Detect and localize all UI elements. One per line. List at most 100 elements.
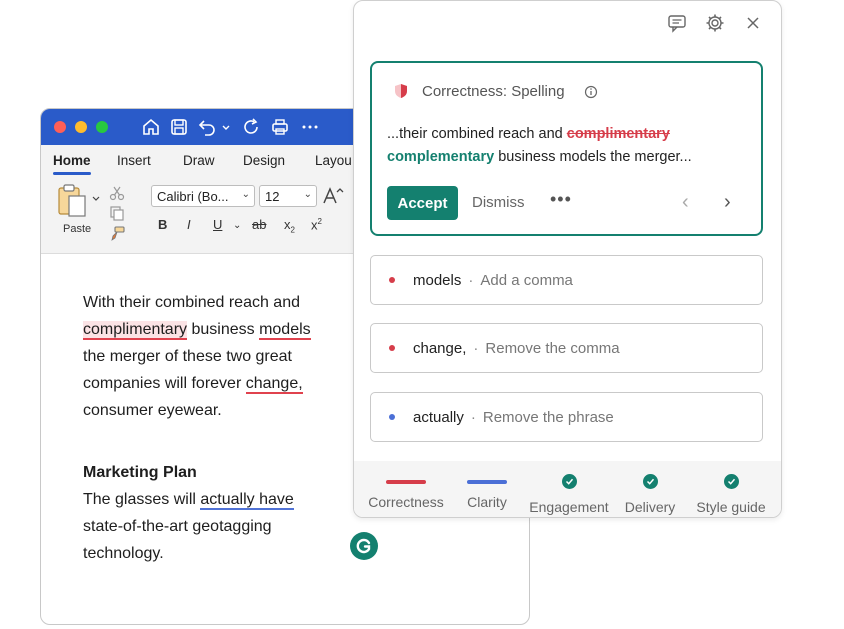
check-icon — [561, 474, 577, 489]
info-icon[interactable] — [584, 85, 598, 99]
category-label: Clarity — [467, 494, 507, 510]
home-icon[interactable] — [141, 117, 161, 137]
more-options-button[interactable]: ••• — [550, 189, 572, 210]
suggestion-item-change[interactable]: change, · Remove the comma — [370, 323, 763, 373]
suggestion-item-actually[interactable]: actually · Remove the phrase — [370, 392, 763, 442]
category-label: Engagement — [529, 499, 609, 515]
redo-icon[interactable] — [241, 117, 261, 137]
tab-design[interactable]: Design — [243, 153, 285, 168]
suggestion-word: change, — [413, 339, 467, 357]
paste-icon[interactable] — [57, 183, 89, 219]
doc-line: state-of-the-art geotagging — [83, 513, 294, 540]
undo-dropdown-chevron-icon[interactable] — [221, 117, 231, 137]
flagged-phrase-actually[interactable]: actually have — [200, 491, 294, 510]
preview-after: business models the merger... — [494, 149, 692, 165]
tab-insert[interactable]: Insert — [117, 153, 151, 168]
bold-button[interactable]: B — [158, 217, 167, 232]
close-icon[interactable] — [743, 13, 763, 33]
more-icon[interactable] — [300, 117, 320, 137]
flagged-word-models[interactable]: models — [259, 321, 311, 340]
correctness-dot-icon — [389, 345, 395, 351]
strikethrough-button[interactable]: ab — [252, 217, 266, 232]
italic-button[interactable]: I — [187, 217, 191, 232]
doc-text-line: With their combined reach and — [83, 294, 300, 311]
clarity-dot-icon — [389, 414, 395, 420]
doc-text-line: consumer eyewear. — [83, 402, 222, 419]
gear-icon[interactable] — [705, 13, 725, 33]
close-window-button[interactable] — [54, 121, 66, 133]
category-correctness[interactable]: Correctness — [362, 461, 450, 510]
font-name-value: Calibri (Bo... — [157, 188, 229, 204]
previous-suggestion-chevron-left-icon[interactable]: ‹ — [682, 191, 689, 214]
category-engagement[interactable]: Engagement — [526, 461, 612, 515]
flagged-word-change[interactable]: change, — [245, 375, 303, 394]
subscript-button[interactable]: x2 — [284, 217, 295, 235]
correctness-dot-icon — [389, 277, 395, 283]
format-painter-icon[interactable] — [109, 225, 125, 241]
next-suggestion-chevron-right-icon[interactable]: › — [724, 191, 731, 214]
category-label: Correctness — [368, 494, 444, 510]
separator: · — [470, 408, 476, 426]
doc-line: complimentary business models — [83, 316, 311, 343]
paste-label[interactable]: Paste — [63, 223, 91, 235]
suggestion-item-models[interactable]: models · Add a comma — [370, 255, 763, 305]
doc-text-line: the merger of these two great — [83, 348, 292, 365]
category-label: Style guide — [696, 499, 766, 515]
suggestion-hint: Remove the comma — [485, 339, 620, 357]
superscript-button[interactable]: x2 — [311, 217, 322, 232]
accept-button[interactable]: Accept — [387, 186, 458, 220]
underline-dropdown-chevron-icon[interactable]: ⌄ — [233, 220, 241, 231]
category-label: Delivery — [624, 499, 676, 515]
minimize-window-button[interactable] — [75, 121, 87, 133]
category-style-guide[interactable]: Style guide — [688, 461, 774, 515]
doc-text-span: business — [187, 321, 260, 338]
print-icon[interactable] — [270, 117, 290, 137]
grammarly-logo-icon[interactable] — [350, 532, 378, 560]
undo-icon[interactable] — [197, 117, 217, 137]
flagged-word-complimentary[interactable]: complimentary — [83, 321, 188, 340]
correctness-progress-bar — [386, 480, 426, 484]
maximize-window-button[interactable] — [96, 121, 108, 133]
font-name-select[interactable]: Calibri (Bo... ⌄ — [151, 185, 255, 207]
save-icon[interactable] — [169, 117, 189, 137]
doc-line: the merger of these two great — [83, 343, 311, 370]
chevron-down-icon: ⌄ — [241, 189, 250, 200]
category-footer: Correctness Clarity Engagement Delivery … — [354, 461, 781, 517]
separator: · — [468, 271, 474, 289]
check-icon — [723, 474, 739, 489]
feedback-icon[interactable] — [667, 13, 687, 33]
panel-header-icons — [667, 13, 763, 33]
dismiss-button[interactable]: Dismiss — [472, 194, 525, 211]
category-delivery[interactable]: Delivery — [618, 461, 682, 515]
preview-removed-word: complimentary — [566, 126, 670, 142]
grow-font-icon[interactable] — [322, 186, 344, 206]
document-paragraph-1[interactable]: With their combined reach and compliment… — [83, 289, 311, 424]
copy-icon[interactable] — [109, 205, 125, 221]
font-size-value: 12 — [265, 188, 280, 204]
doc-text-line: technology. — [83, 545, 164, 562]
correctness-shield-icon — [395, 84, 407, 98]
active-suggestion-card[interactable]: Correctness: Spelling ...their combined … — [370, 61, 763, 236]
tab-home[interactable]: Home — [53, 153, 91, 168]
tab-layout[interactable]: Layou — [315, 153, 352, 168]
doc-heading: Marketing Plan — [83, 464, 197, 481]
doc-line: technology. — [83, 540, 294, 567]
doc-text-line: state-of-the-art geotagging — [83, 518, 272, 535]
separator: · — [473, 339, 479, 357]
doc-line: The glasses will actually have — [83, 486, 294, 513]
document-section-2[interactable]: Marketing Plan The glasses will actually… — [83, 459, 294, 567]
doc-text-span: companies will forever — [83, 375, 246, 392]
active-tab-indicator — [53, 172, 91, 175]
tab-draw[interactable]: Draw — [183, 153, 215, 168]
suggestion-word: actually — [413, 408, 464, 426]
doc-line: consumer eyewear. — [83, 397, 311, 424]
preview-replacement-word: complementary — [387, 149, 495, 165]
font-size-select[interactable]: 12 ⌄ — [259, 185, 317, 207]
underline-button[interactable]: U — [213, 217, 222, 232]
category-clarity[interactable]: Clarity — [454, 461, 520, 510]
doc-text-span: The glasses will — [83, 491, 201, 508]
chevron-down-icon: ⌄ — [303, 189, 312, 200]
clarity-progress-bar — [467, 480, 507, 484]
paste-dropdown-chevron-icon[interactable] — [92, 195, 100, 203]
cut-icon[interactable] — [109, 185, 125, 201]
